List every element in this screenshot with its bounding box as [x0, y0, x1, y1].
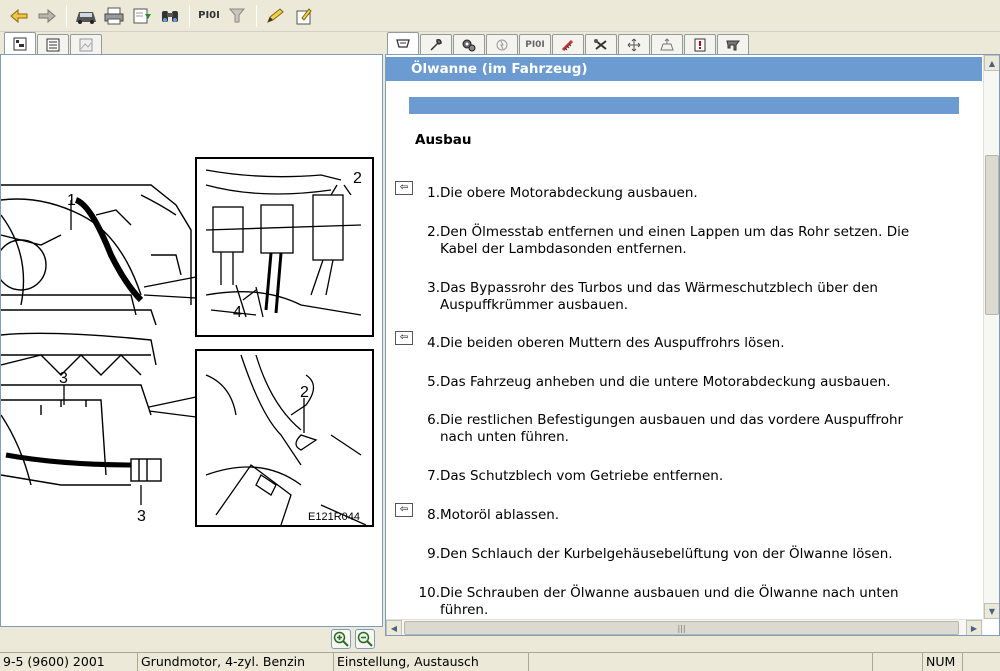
scroll-down-button[interactable]: ▼ — [984, 603, 999, 619]
zoom-out-button[interactable] — [355, 629, 375, 649]
tab-warnings[interactable] — [684, 34, 716, 54]
figure-id: E121R044 — [308, 511, 360, 523]
step-text: Das Schutzblech vom Getriebe entfernen. — [440, 468, 724, 484]
status-empty-2 — [873, 653, 923, 671]
image-view-icon — [79, 38, 93, 51]
wrench-icon — [430, 38, 442, 51]
vertical-scrollbar[interactable]: ▲ ▼ — [983, 55, 999, 619]
step-text: Die beiden oberen Muttern des Auspuffroh… — [440, 335, 785, 351]
horizontal-scroll-thumb[interactable]: ||| — [404, 621, 959, 635]
toolbar-separator — [256, 4, 257, 27]
tab-pioi[interactable]: PI0I — [519, 34, 551, 54]
document-title: Ölwanne (im Fahrzeug) — [386, 57, 982, 81]
electrical-icon — [496, 39, 508, 50]
right-tab-strip: PI0I — [385, 32, 1000, 54]
step-number: 4. — [427, 335, 440, 351]
pioi-label: PI0I — [198, 10, 220, 21]
scroll-up-button[interactable]: ▲ — [984, 55, 999, 71]
tree-view-icon — [13, 37, 27, 50]
step-number: 3. — [427, 280, 440, 296]
step-number: 2. — [427, 224, 440, 240]
zoom-out-icon — [357, 631, 373, 647]
left-tab-strip — [0, 32, 383, 54]
toolbar-separator — [66, 4, 67, 27]
document-list-icon — [46, 38, 60, 51]
gears-icon — [462, 39, 476, 51]
callout-label-3-bottom: 3 — [137, 508, 146, 525]
zoom-in-icon — [333, 631, 349, 647]
vise-icon — [396, 38, 410, 48]
pioi-tab-label: PI0I — [525, 39, 545, 50]
toolbar-separator — [189, 4, 190, 27]
thermometer-icon — [561, 39, 574, 51]
step-number: 9. — [427, 546, 440, 562]
tab-repair[interactable] — [387, 32, 419, 54]
status-empty-3 — [963, 653, 1000, 671]
edit-note-icon[interactable] — [291, 3, 317, 29]
step-text: Das Bypassrohr des Turbos und das Wärmes… — [440, 280, 878, 313]
status-empty — [529, 653, 873, 671]
vertical-scroll-thumb[interactable] — [985, 155, 999, 315]
tab-tree-view[interactable] — [4, 32, 36, 54]
status-vehicle: 9-5 (9600) 2001 — [0, 653, 138, 671]
callout-label-2-bottom: 2 — [300, 384, 309, 401]
tab-image-view[interactable] — [70, 34, 102, 54]
section-heading: Ausbau — [415, 132, 472, 148]
engine-diagram: 1 2 4 2 3 3 E121R044 — [1, 157, 374, 527]
binoculars-icon[interactable] — [157, 3, 183, 29]
print-icon[interactable] — [101, 3, 127, 29]
filter-icon[interactable] — [224, 3, 250, 29]
step-number: 6. — [427, 412, 440, 428]
tab-gears[interactable] — [453, 34, 485, 54]
status-group: Grundmotor, 4-zyl. Benzin — [138, 653, 334, 671]
tab-adjust[interactable] — [618, 34, 650, 54]
pencil-icon[interactable] — [263, 3, 289, 29]
zoom-toolbar — [0, 627, 383, 651]
horizontal-scrollbar[interactable]: ◀ ||| ▶ — [386, 619, 983, 635]
status-category: Einstellung, Austausch — [334, 653, 529, 671]
car-icon[interactable] — [73, 3, 99, 29]
tool-cross-icon — [594, 38, 607, 50]
document-pane: Ölwanne (im Fahrzeug) Ausbau ⇦ 1. Die ob… — [385, 54, 1000, 636]
tab-electrical[interactable] — [486, 34, 518, 54]
diagram-pane: 1 2 4 2 3 3 E121R044 — [0, 54, 383, 627]
callout-label-2-top: 2 — [353, 170, 362, 187]
tab-specifications[interactable] — [717, 34, 749, 54]
warning-document-icon — [694, 38, 706, 51]
scroll-right-button[interactable]: ▶ — [966, 620, 982, 635]
pioi-button[interactable]: PI0I — [196, 3, 222, 29]
step-number: 10. — [418, 585, 440, 601]
status-num: NUM — [923, 653, 963, 671]
status-bar: 9-5 (9600) 2001 Grundmotor, 4-zyl. Benzi… — [0, 652, 1000, 671]
back-arrow-icon[interactable] — [6, 3, 32, 29]
step-text: Motoröl ablassen. — [440, 507, 560, 523]
document-header-bar — [409, 97, 959, 114]
tab-special-tools[interactable] — [585, 34, 617, 54]
callout-label-4: 4 — [233, 304, 242, 321]
step-text: Die obere Motorabdeckung ausbauen. — [440, 185, 698, 201]
tab-document-list[interactable] — [37, 34, 69, 54]
forward-arrow-icon[interactable] — [34, 3, 60, 29]
step-text: Die Schrauben der Ölwanne ausbauen und d… — [440, 585, 899, 618]
move-arrows-icon — [627, 38, 641, 51]
step-text: Das Fahrzeug anheben und die untere Moto… — [440, 374, 891, 390]
tab-lift[interactable] — [651, 34, 683, 54]
scroll-left-button[interactable]: ◀ — [386, 620, 402, 635]
zoom-in-button[interactable] — [331, 629, 351, 649]
tab-diagnosis[interactable] — [552, 34, 584, 54]
step-text: Den Schlauch der Kurbelgehäusebelüftung … — [440, 546, 893, 562]
download-icon[interactable] — [129, 3, 155, 29]
step-number: 1. — [427, 185, 440, 201]
tab-tools[interactable] — [420, 34, 452, 54]
step-text: Die restlichen Befestigungen ausbauen un… — [440, 412, 904, 445]
step-number: 8. — [427, 507, 440, 523]
callout-label-1: 1 — [67, 192, 76, 209]
lift-icon — [660, 37, 674, 50]
step-number: 7. — [427, 468, 440, 484]
step-number: 5. — [427, 374, 440, 390]
step-text: Den Ölmesstab entfernen und einen Lappen… — [440, 224, 910, 257]
spec-icon — [726, 40, 740, 50]
main-toolbar: PI0I — [0, 0, 1000, 32]
callout-label-3-top: 3 — [59, 370, 68, 387]
